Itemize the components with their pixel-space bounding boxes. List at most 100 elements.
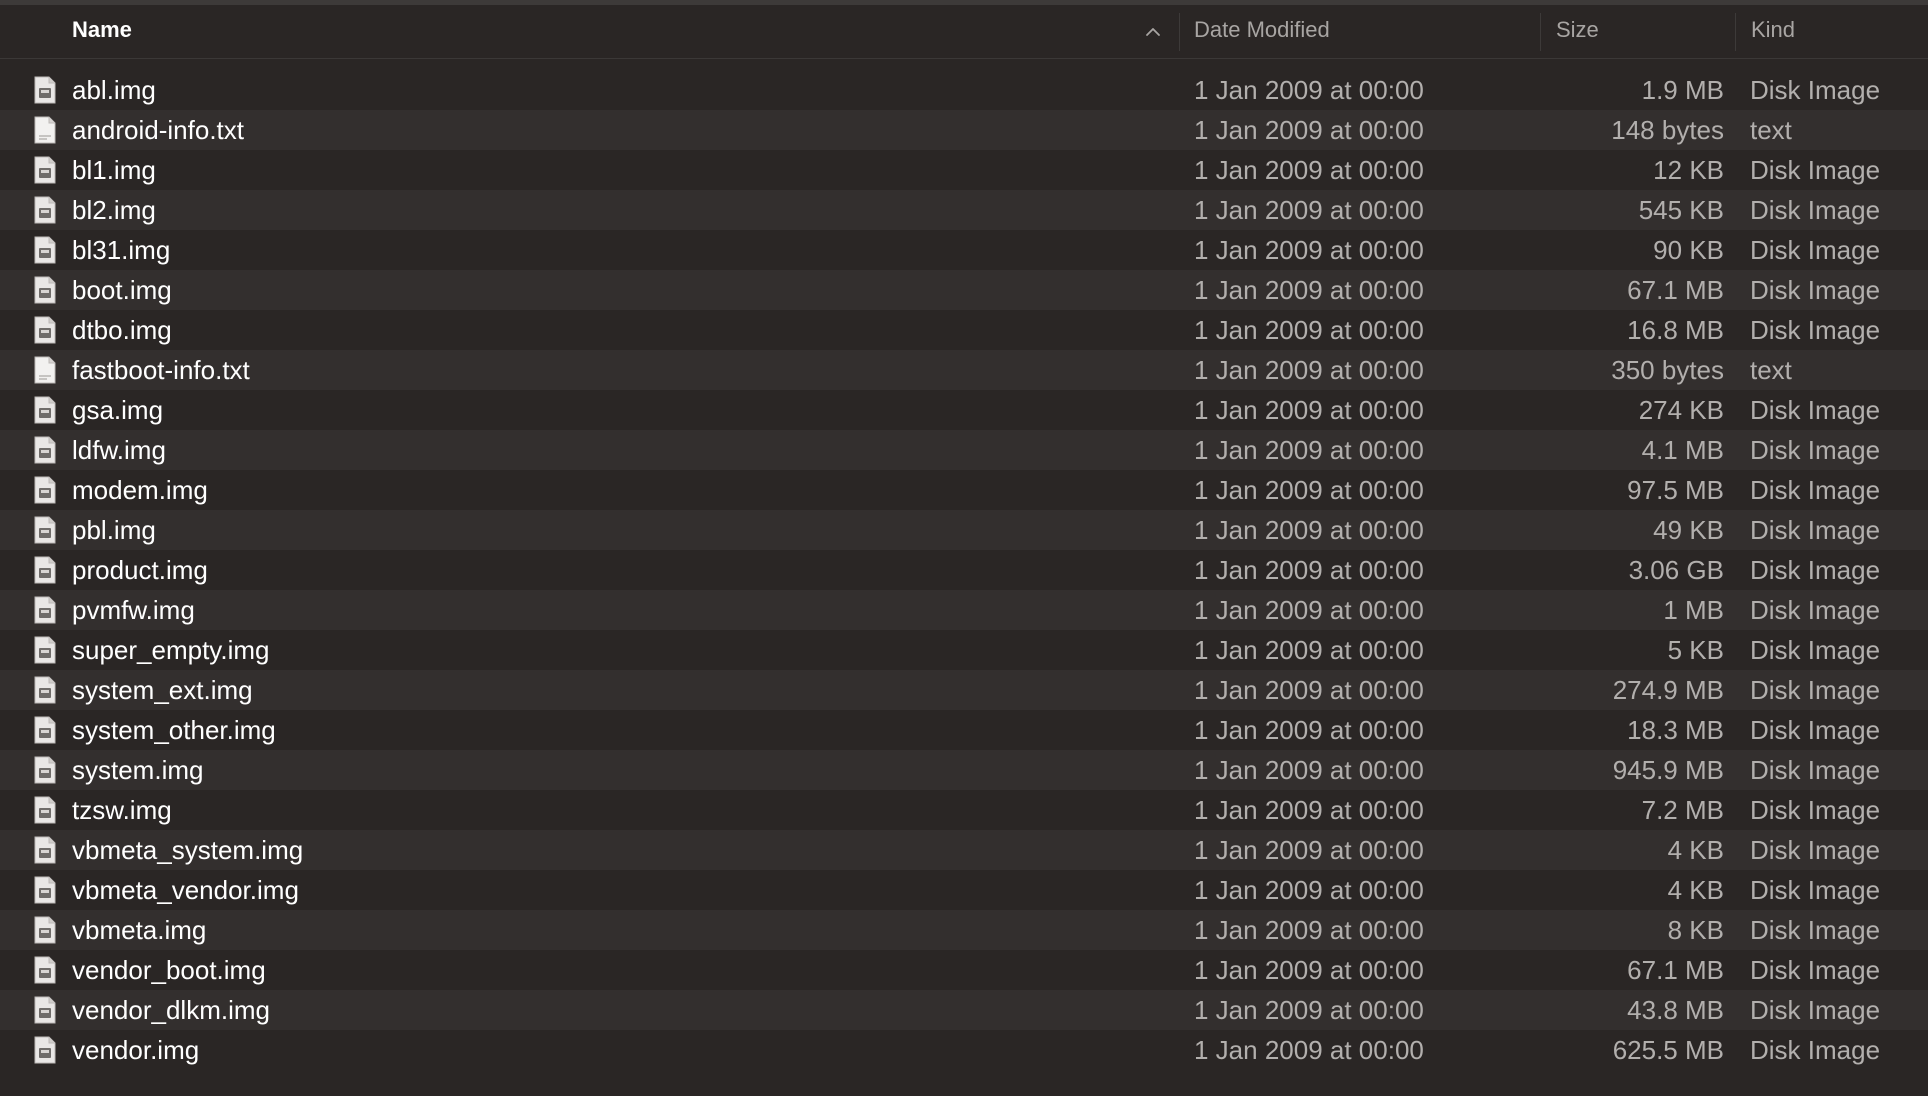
disk-image-file-icon: [34, 716, 56, 744]
file-size: 12 KB: [1653, 155, 1724, 185]
file-row[interactable]: vendor_boot.img 1 Jan 2009 at 00:00 67.1 M…: [0, 950, 1928, 990]
file-kind: Disk Image: [1750, 275, 1881, 305]
file-row[interactable]: super_empty.img 1 Jan 2009 at 00:00 5 KB Di…: [0, 630, 1928, 670]
file-row[interactable]: fastboot-info.txt 1 Jan 2009 at 00:00 350 …: [0, 350, 1928, 390]
file-size: 4 KB: [1667, 875, 1724, 905]
disk-image-file-icon: [34, 676, 56, 704]
disk-image-file-icon: [34, 1036, 56, 1064]
file-name: product.img: [72, 555, 208, 585]
file-row[interactable]: pvmfw.img 1 Jan 2009 at 00:00 1 MB Disk Ima…: [0, 590, 1928, 630]
file-size: 7.2 MB: [1641, 795, 1724, 825]
file-row[interactable]: pbl.img 1 Jan 2009 at 00:00 49 KB Disk Imag…: [0, 510, 1928, 550]
column-header-name[interactable]: Name: [72, 5, 132, 58]
column-divider[interactable]: [1735, 13, 1736, 51]
disk-image-file-icon: [34, 956, 56, 984]
column-divider[interactable]: [1540, 13, 1541, 51]
column-header-bar: Name Date Modified Size Kind: [0, 5, 1928, 59]
file-date-modified: 1 Jan 2009 at 00:00: [1194, 195, 1424, 225]
file-row[interactable]: gsa.img 1 Jan 2009 at 00:00 274 KB Disk Ima…: [0, 390, 1928, 430]
file-name: vendor_boot.img: [72, 955, 266, 985]
file-name: vbmeta_system.img: [72, 835, 304, 865]
file-kind: Disk Image: [1750, 515, 1881, 545]
file-kind: Disk Image: [1750, 235, 1881, 265]
file-kind: Disk Image: [1750, 315, 1881, 345]
file-size: 148 bytes: [1611, 115, 1724, 145]
file-date-modified: 1 Jan 2009 at 00:00: [1194, 315, 1424, 345]
file-date-modified: 1 Jan 2009 at 00:00: [1194, 915, 1424, 945]
file-row[interactable]: abl.img 1 Jan 2009 at 00:00 1.9 MB Disk Ima…: [0, 70, 1928, 110]
file-size: 545 KB: [1638, 195, 1724, 225]
file-kind: Disk Image: [1750, 555, 1881, 585]
file-row[interactable]: system.img 1 Jan 2009 at 00:00 945.9 MB Dis…: [0, 750, 1928, 790]
file-row[interactable]: system_other.img 1 Jan 2009 at 00:00 18.3 …: [0, 710, 1928, 750]
file-row[interactable]: vbmeta_system.img 1 Jan 2009 at 00:00 4 KB…: [0, 830, 1928, 870]
disk-image-file-icon: [34, 596, 56, 624]
file-date-modified: 1 Jan 2009 at 00:00: [1194, 715, 1424, 745]
file-name: boot.img: [72, 275, 172, 305]
file-size: 4.1 MB: [1641, 435, 1724, 465]
file-name: vbmeta.img: [72, 915, 207, 945]
file-name: fastboot-info.txt: [72, 355, 250, 385]
file-row[interactable]: ldfw.img 1 Jan 2009 at 00:00 4.1 MB Disk Im…: [0, 430, 1928, 470]
chevron-up-icon[interactable]: [1144, 23, 1162, 41]
file-kind: Disk Image: [1750, 795, 1881, 825]
disk-image-file-icon: [34, 156, 56, 184]
file-kind: Disk Image: [1750, 995, 1881, 1025]
file-date-modified: 1 Jan 2009 at 00:00: [1194, 555, 1424, 585]
column-header-size[interactable]: Size: [1556, 5, 1599, 58]
column-divider[interactable]: [1179, 13, 1180, 51]
file-date-modified: 1 Jan 2009 at 00:00: [1194, 75, 1424, 105]
file-row[interactable]: tzsw.img 1 Jan 2009 at 00:00 7.2 MB Disk Im…: [0, 790, 1928, 830]
file-name: android-info.txt: [72, 115, 244, 145]
file-name: gsa.img: [72, 395, 164, 425]
file-kind: Disk Image: [1750, 875, 1881, 905]
file-size: 4 KB: [1667, 835, 1724, 865]
disk-image-file-icon: [34, 516, 56, 544]
disk-image-file-icon: [34, 636, 56, 664]
file-row[interactable]: bl1.img 1 Jan 2009 at 00:00 12 KB Disk Imag…: [0, 150, 1928, 190]
file-kind: Disk Image: [1750, 715, 1881, 745]
text-file-icon: [34, 116, 56, 144]
file-kind: text: [1750, 355, 1792, 385]
file-list: abl.img 1 Jan 2009 at 00:00 1.9 MB Disk Ima…: [0, 70, 1928, 1070]
file-row[interactable]: vbmeta_vendor.img 1 Jan 2009 at 00:00 4 KB…: [0, 870, 1928, 910]
file-date-modified: 1 Jan 2009 at 00:00: [1194, 275, 1424, 305]
column-header-kind[interactable]: Kind: [1751, 5, 1795, 58]
disk-image-file-icon: [34, 76, 56, 104]
file-name: bl31.img: [72, 235, 171, 265]
file-name: system.img: [72, 755, 204, 785]
file-kind: Disk Image: [1750, 915, 1881, 945]
file-row[interactable]: vendor_dlkm.img 1 Jan 2009 at 00:00 43.8 M…: [0, 990, 1928, 1030]
file-row[interactable]: boot.img 1 Jan 2009 at 00:00 67.1 MB Disk I…: [0, 270, 1928, 310]
file-name: vendor.img: [72, 1035, 200, 1065]
file-row[interactable]: product.img 1 Jan 2009 at 00:00 3.06 GB Dis…: [0, 550, 1928, 590]
file-date-modified: 1 Jan 2009 at 00:00: [1194, 155, 1424, 185]
file-name: system_ext.img: [72, 675, 253, 705]
file-date-modified: 1 Jan 2009 at 00:00: [1194, 755, 1424, 785]
file-size: 18.3 MB: [1627, 715, 1724, 745]
file-name: pbl.img: [72, 515, 156, 545]
file-kind: Disk Image: [1750, 755, 1881, 785]
file-size: 945.9 MB: [1612, 755, 1724, 785]
file-row[interactable]: bl31.img 1 Jan 2009 at 00:00 90 KB Disk Ima…: [0, 230, 1928, 270]
file-size: 1.9 MB: [1641, 75, 1724, 105]
file-row[interactable]: android-info.txt 1 Jan 2009 at 00:00 148 b…: [0, 110, 1928, 150]
file-name: vbmeta_vendor.img: [72, 875, 299, 905]
file-row[interactable]: system_ext.img 1 Jan 2009 at 00:00 274.9 M…: [0, 670, 1928, 710]
disk-image-file-icon: [34, 796, 56, 824]
file-row[interactable]: bl2.img 1 Jan 2009 at 00:00 545 KB Disk Ima…: [0, 190, 1928, 230]
file-row[interactable]: vbmeta.img 1 Jan 2009 at 00:00 8 KB Disk Im…: [0, 910, 1928, 950]
file-kind: Disk Image: [1750, 435, 1881, 465]
file-row[interactable]: dtbo.img 1 Jan 2009 at 00:00 16.8 MB Disk I…: [0, 310, 1928, 350]
file-size: 16.8 MB: [1627, 315, 1724, 345]
file-size: 274 KB: [1638, 395, 1724, 425]
file-size: 625.5 MB: [1612, 1035, 1724, 1065]
file-row[interactable]: vendor.img 1 Jan 2009 at 00:00 625.5 MB Dis…: [0, 1030, 1928, 1070]
file-date-modified: 1 Jan 2009 at 00:00: [1194, 595, 1424, 625]
file-kind: text: [1750, 115, 1792, 145]
file-row[interactable]: modem.img 1 Jan 2009 at 00:00 97.5 MB Disk …: [0, 470, 1928, 510]
file-date-modified: 1 Jan 2009 at 00:00: [1194, 1035, 1424, 1065]
file-date-modified: 1 Jan 2009 at 00:00: [1194, 795, 1424, 825]
file-date-modified: 1 Jan 2009 at 00:00: [1194, 835, 1424, 865]
column-header-date-modified[interactable]: Date Modified: [1194, 5, 1330, 58]
